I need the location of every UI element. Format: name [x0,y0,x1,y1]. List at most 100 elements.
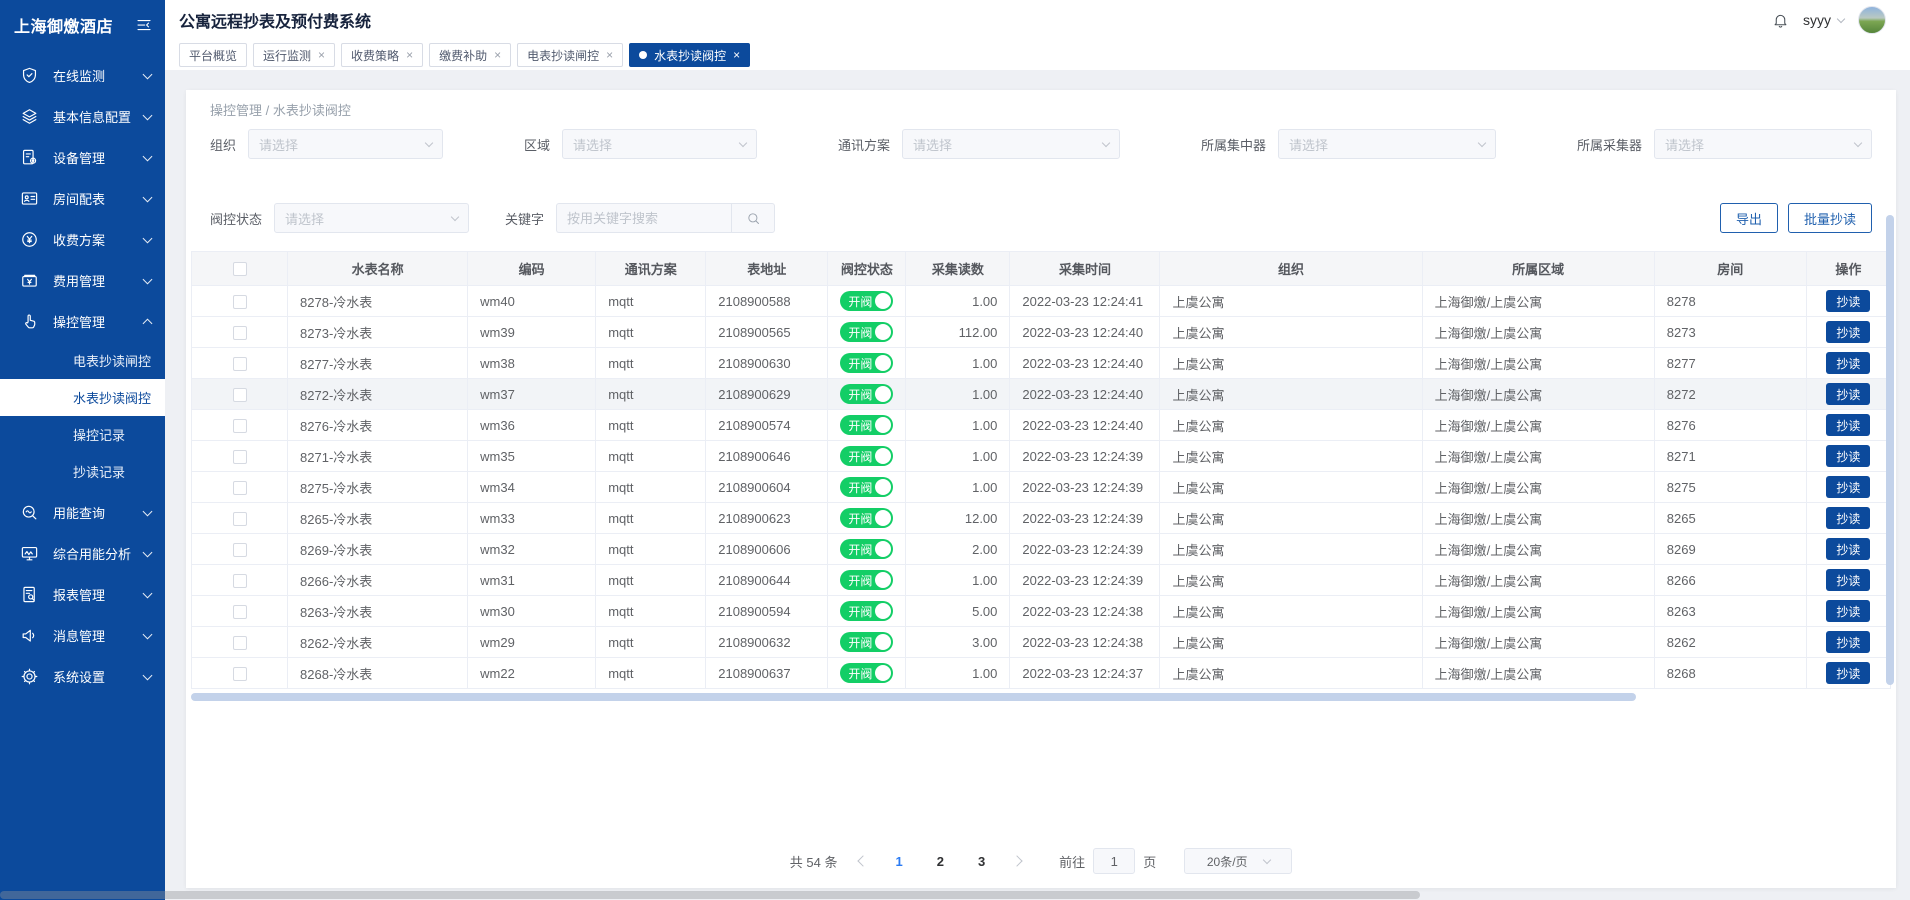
filter-select-4[interactable]: 请选择 [1654,129,1872,159]
read-button[interactable]: 抄读 [1826,321,1870,343]
keyword-input[interactable] [556,203,731,233]
coin-icon [20,230,39,249]
batch-read-button[interactable]: 批量抄读 [1788,203,1872,233]
valve-toggle[interactable]: 开阀 [840,632,893,652]
row-checkbox[interactable] [233,512,247,526]
row-checkbox[interactable] [233,605,247,619]
valve-toggle[interactable]: 开阀 [840,415,893,435]
valve-toggle[interactable]: 开阀 [840,508,893,528]
page-number-1[interactable]: 1 [889,854,908,869]
tab-3[interactable]: 缴费补助× [429,43,511,67]
row-checkbox[interactable] [233,574,247,588]
next-page-icon[interactable] [1012,855,1023,866]
prev-page-icon[interactable] [858,855,869,866]
breadcrumb-parent[interactable]: 操控管理 [210,103,262,118]
cell-valve: 开阀 [828,379,906,410]
page-size-select[interactable]: 20条/页 [1184,848,1292,874]
sidebar-item-4[interactable]: 收费方案 [0,219,165,260]
valve-toggle[interactable]: 开阀 [840,601,893,621]
page-number-2[interactable]: 2 [931,854,950,869]
tab-5[interactable]: 水表抄读阀控× [629,43,750,67]
page-horizontal-scrollbar [0,890,1910,900]
row-checkbox[interactable] [233,419,247,433]
sidebar-item-1[interactable]: 基本信息配置 [0,96,165,137]
row-checkbox[interactable] [233,667,247,681]
bell-icon[interactable] [1772,12,1789,29]
read-button[interactable]: 抄读 [1826,290,1870,312]
tab-2[interactable]: 收费策略× [341,43,423,67]
sidebar-item-7[interactable]: 用能查询 [0,492,165,533]
read-button[interactable]: 抄读 [1826,414,1870,436]
page-scroll-thumb[interactable] [0,891,1420,899]
row-checkbox[interactable] [233,543,247,557]
read-button[interactable]: 抄读 [1826,631,1870,653]
row-checkbox[interactable] [233,636,247,650]
sidebar-item-6[interactable]: 操控管理 [0,301,165,342]
sidebar-subitem-0[interactable]: 电表抄读闸控 [0,342,165,379]
page-number-3[interactable]: 3 [972,854,991,869]
read-button[interactable]: 抄读 [1826,445,1870,467]
sidebar-item-9[interactable]: 报表管理 [0,574,165,615]
close-icon[interactable]: × [406,49,413,61]
select-placeholder: 请选择 [259,135,418,154]
read-button[interactable]: 抄读 [1826,476,1870,498]
user-avatar[interactable] [1858,6,1886,34]
select-all-checkbox[interactable] [233,262,247,276]
read-button[interactable]: 抄读 [1826,569,1870,591]
search-button[interactable] [731,203,775,233]
layers-icon [20,107,39,126]
table-row-9: 8266-冷水表wm31mqtt2108900644开阀1.002022-03-… [192,565,1891,596]
vertical-scroll-thumb[interactable] [1886,215,1894,685]
username[interactable]: syyy [1803,12,1831,28]
close-icon[interactable]: × [733,49,740,61]
filter-select-2[interactable]: 请选择 [902,129,1120,159]
sidebar-item-10[interactable]: 消息管理 [0,615,165,656]
horizontal-scroll-thumb[interactable] [191,693,1636,701]
tab-4[interactable]: 电表抄读闸控× [517,43,623,67]
tab-1[interactable]: 运行监测× [253,43,335,67]
row-checkbox[interactable] [233,357,247,371]
sidebar-item-2[interactable]: 设备管理 [0,137,165,178]
row-checkbox[interactable] [233,481,247,495]
export-button[interactable]: 导出 [1720,203,1778,233]
valve-toggle[interactable]: 开阀 [840,570,893,590]
sidebar-item-8[interactable]: 综合用能分析 [0,533,165,574]
user-chevron-down-icon[interactable] [1837,15,1845,23]
valve-toggle[interactable]: 开阀 [840,353,893,373]
read-button[interactable]: 抄读 [1826,600,1870,622]
goto-page-input[interactable] [1093,848,1135,874]
sidebar-item-11[interactable]: 系统设置 [0,656,165,697]
row-checkbox[interactable] [233,326,247,340]
valve-toggle[interactable]: 开阀 [840,446,893,466]
sidebar-item-5[interactable]: 费用管理 [0,260,165,301]
table-row-10: 8263-冷水表wm30mqtt2108900594开阀5.002022-03-… [192,596,1891,627]
close-icon[interactable]: × [318,49,325,61]
close-icon[interactable]: × [606,49,613,61]
valve-toggle[interactable]: 开阀 [840,322,893,342]
read-button[interactable]: 抄读 [1826,352,1870,374]
valve-toggle[interactable]: 开阀 [840,539,893,559]
filter-select-3[interactable]: 请选择 [1278,129,1496,159]
read-button[interactable]: 抄读 [1826,383,1870,405]
close-icon[interactable]: × [494,49,501,61]
sidebar-subitem-3[interactable]: 抄读记录 [0,453,165,490]
sidebar-subitem-2[interactable]: 操控记录 [0,416,165,453]
valve-toggle[interactable]: 开阀 [840,477,893,497]
row-checkbox[interactable] [233,388,247,402]
sidebar-subitem-1[interactable]: 水表抄读阀控 [0,379,165,416]
read-button[interactable]: 抄读 [1826,507,1870,529]
valve-toggle[interactable]: 开阀 [840,384,893,404]
row-checkbox[interactable] [233,295,247,309]
valve-toggle[interactable]: 开阀 [840,291,893,311]
tab-0[interactable]: 平台概览 [179,43,247,67]
valve-toggle[interactable]: 开阀 [840,663,893,683]
menu-fold-icon[interactable] [135,16,153,34]
row-checkbox[interactable] [233,450,247,464]
sidebar-item-0[interactable]: 在线监测 [0,55,165,96]
filter-select-1[interactable]: 请选择 [562,129,757,159]
read-button[interactable]: 抄读 [1826,538,1870,560]
sidebar-item-3[interactable]: 房间配表 [0,178,165,219]
read-button[interactable]: 抄读 [1826,662,1870,684]
valve-status-select[interactable]: 请选择 [274,203,469,233]
filter-select-0[interactable]: 请选择 [248,129,443,159]
